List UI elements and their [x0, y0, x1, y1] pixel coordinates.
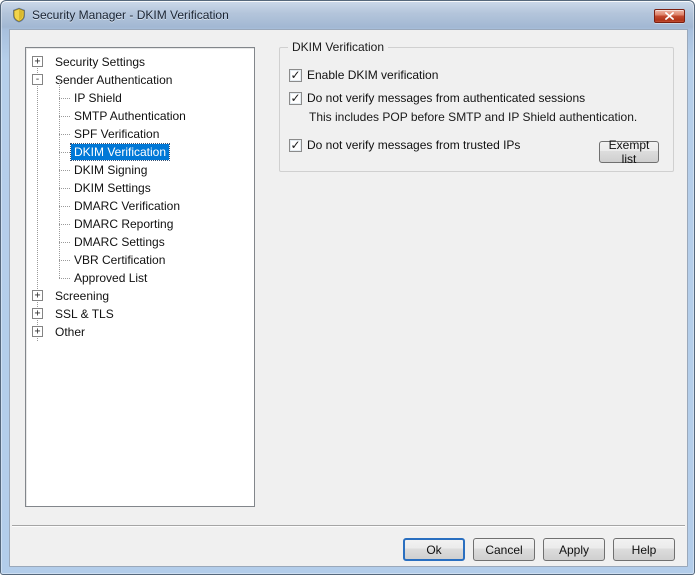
tree-item-label[interactable]: DMARC Reporting: [71, 216, 176, 232]
settings-tree[interactable]: + Security Settings-Sender Authentication…: [25, 47, 255, 507]
tree-item-screening[interactable]: + Screening: [26, 287, 254, 305]
close-button[interactable]: [654, 9, 685, 23]
exempt-list-button[interactable]: Exempt list: [599, 141, 659, 163]
option-enable-dkim-verification[interactable]: ✓ Enable DKIM verification: [289, 68, 438, 82]
tree-item-ssl-tls[interactable]: + SSL & TLS: [26, 305, 254, 323]
tree-item-label[interactable]: SSL & TLS: [52, 306, 117, 322]
expand-icon[interactable]: +: [32, 308, 43, 319]
tree-item-spf-verification[interactable]: SPF Verification: [26, 125, 254, 143]
checkbox-label[interactable]: Enable DKIM verification: [307, 68, 438, 82]
checkbox-icon[interactable]: ✓: [289, 69, 302, 82]
option-no-verify-trusted-ips[interactable]: ✓ Do not verify messages from trusted IP…: [289, 138, 520, 152]
tree-item-ip-shield[interactable]: IP Shield: [26, 89, 254, 107]
tree-item-label[interactable]: DKIM Verification: [71, 144, 169, 160]
tree-item-label[interactable]: DMARC Verification: [71, 198, 183, 214]
apply-button[interactable]: Apply: [543, 538, 605, 561]
tree-item-label[interactable]: DKIM Settings: [71, 180, 154, 196]
tree-item-smtp-authentication[interactable]: SMTP Authentication: [26, 107, 254, 125]
checkbox-icon[interactable]: ✓: [289, 139, 302, 152]
group-box-title: DKIM Verification: [288, 40, 388, 54]
option-no-verify-authenticated[interactable]: ✓ Do not verify messages from authentica…: [289, 91, 585, 105]
tree-item-other[interactable]: + Other: [26, 323, 254, 341]
note-text: This includes POP before SMTP and IP Shi…: [309, 110, 637, 124]
tree-item-label[interactable]: VBR Certification: [71, 252, 168, 268]
expand-icon[interactable]: +: [32, 56, 43, 67]
tree-item-dkim-verification[interactable]: DKIM Verification: [26, 143, 254, 161]
collapse-icon[interactable]: -: [32, 74, 43, 85]
client-area: + Security Settings-Sender Authentication…: [9, 29, 688, 567]
tree-item-vbr-certification[interactable]: VBR Certification: [26, 251, 254, 269]
expand-icon[interactable]: +: [32, 290, 43, 301]
tree-item-dkim-signing[interactable]: DKIM Signing: [26, 161, 254, 179]
tree-item-label[interactable]: DKIM Signing: [71, 162, 150, 178]
tree-item-security-settings[interactable]: + Security Settings: [26, 53, 254, 71]
help-button[interactable]: Help: [613, 538, 675, 561]
tree-item-label[interactable]: Other: [52, 324, 88, 340]
close-icon: [665, 12, 674, 20]
tree-item-label[interactable]: Sender Authentication: [52, 72, 175, 88]
tree-item-label[interactable]: IP Shield: [71, 90, 125, 106]
dialog-window: Security Manager - DKIM Verification + Se…: [0, 0, 695, 575]
cancel-button[interactable]: Cancel: [473, 538, 535, 561]
tree-item-dmarc-verification[interactable]: DMARC Verification: [26, 197, 254, 215]
tree-item-label[interactable]: SMTP Authentication: [71, 108, 189, 124]
tree-item-label[interactable]: SPF Verification: [71, 126, 162, 142]
tree-item-label[interactable]: Screening: [52, 288, 112, 304]
ok-button[interactable]: Ok: [403, 538, 465, 561]
tree-connector-line: [59, 80, 60, 278]
window-title: Security Manager - DKIM Verification: [32, 8, 229, 22]
tree-item-label[interactable]: Security Settings: [52, 54, 148, 70]
tree-item-dkim-settings[interactable]: DKIM Settings: [26, 179, 254, 197]
expand-icon[interactable]: +: [32, 326, 43, 337]
checkbox-icon[interactable]: ✓: [289, 92, 302, 105]
tree-item-approved-list[interactable]: Approved List: [26, 269, 254, 287]
tree-item-dmarc-settings[interactable]: DMARC Settings: [26, 233, 254, 251]
title-bar[interactable]: Security Manager - DKIM Verification: [1, 1, 694, 29]
dkim-verification-group: DKIM Verification ✓ Enable DKIM verifica…: [279, 47, 674, 172]
checkbox-label[interactable]: Do not verify messages from authenticate…: [307, 91, 585, 105]
footer-divider: [12, 525, 685, 527]
shield-icon: [11, 7, 27, 23]
tree-item-label[interactable]: DMARC Settings: [71, 234, 168, 250]
checkbox-label[interactable]: Do not verify messages from trusted IPs: [307, 138, 520, 152]
tree-item-sender-authentication[interactable]: -Sender Authentication: [26, 71, 254, 89]
tree-item-label[interactable]: Approved List: [71, 270, 150, 286]
tree-item-dmarc-reporting[interactable]: DMARC Reporting: [26, 215, 254, 233]
tree-rows: + Security Settings-Sender Authentication…: [26, 48, 254, 341]
